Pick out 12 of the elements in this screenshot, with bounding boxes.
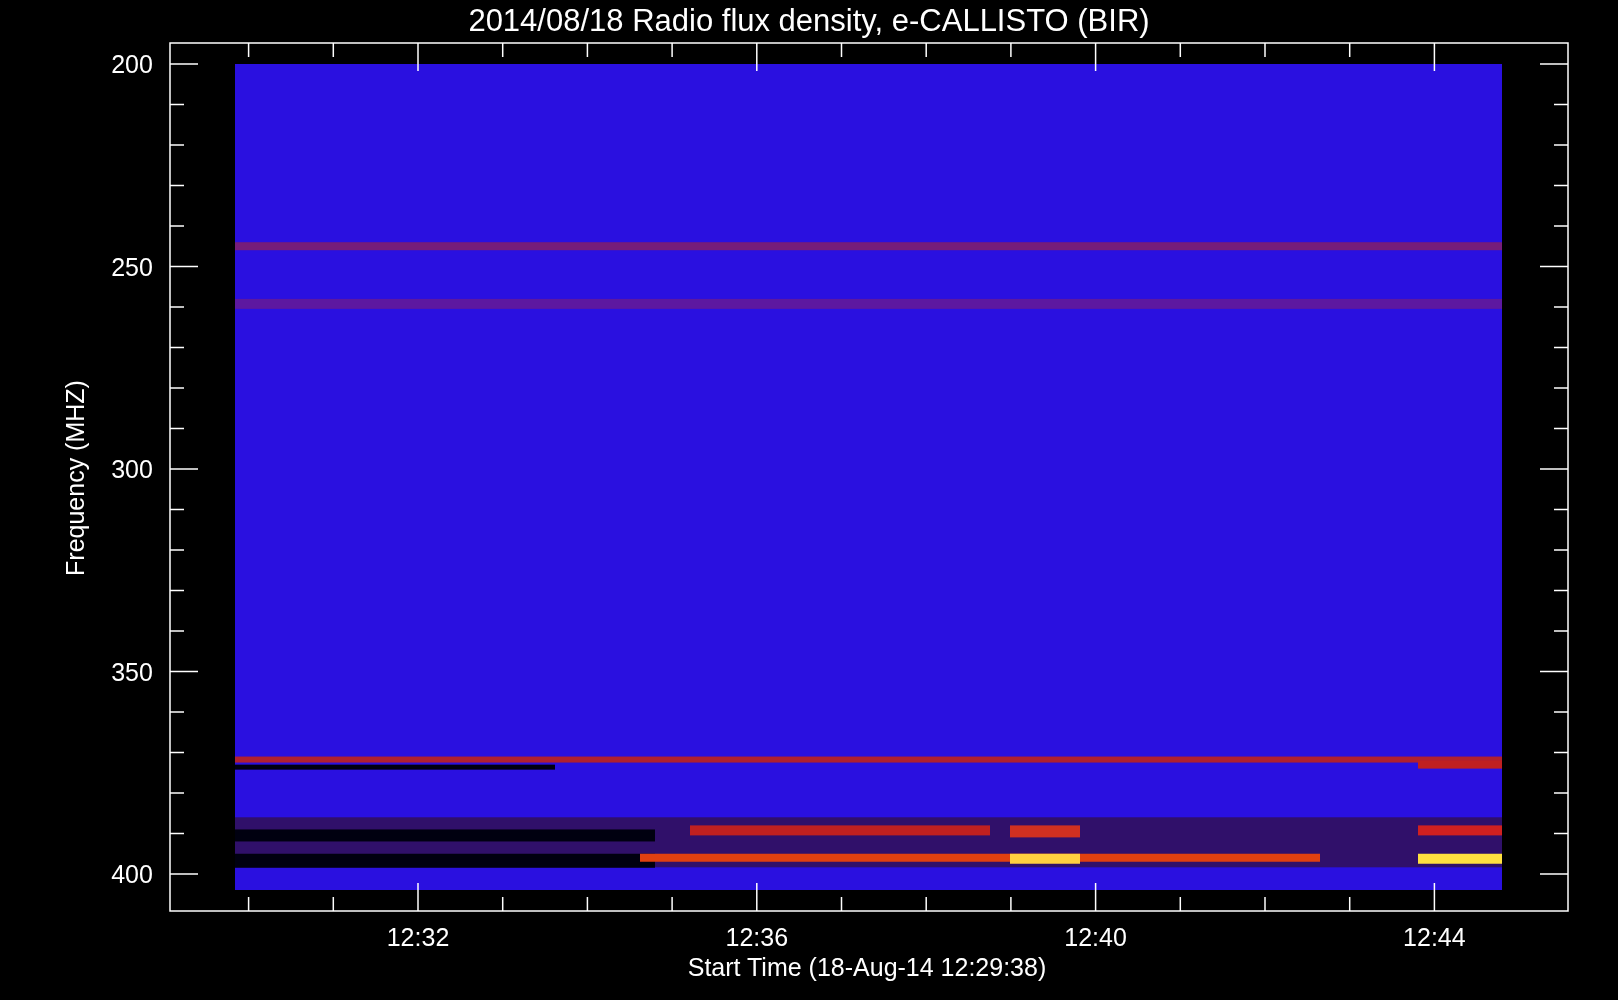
axis-tick-label: 250 xyxy=(111,252,153,281)
axis-tick-label: 350 xyxy=(111,657,153,686)
chart-title: 2014/08/18 Radio flux density, e-CALLISTO (BIR) xyxy=(468,3,1150,38)
axis-label: Frequency (MHZ) xyxy=(61,380,89,576)
axis-tick-label: 12:32 xyxy=(386,923,450,951)
axis-tick-label: 200 xyxy=(111,50,153,78)
axis-tick-label: 400 xyxy=(111,860,153,888)
axis-label: Start Time (18-Aug-14 12:29:38) xyxy=(687,953,1047,981)
axis-tick-label: 12:36 xyxy=(725,923,789,951)
axis-tick-label: 12:40 xyxy=(1064,923,1127,951)
axis-tick-label: 300 xyxy=(111,455,153,483)
axis-tick-label: 12:44 xyxy=(1403,923,1466,951)
